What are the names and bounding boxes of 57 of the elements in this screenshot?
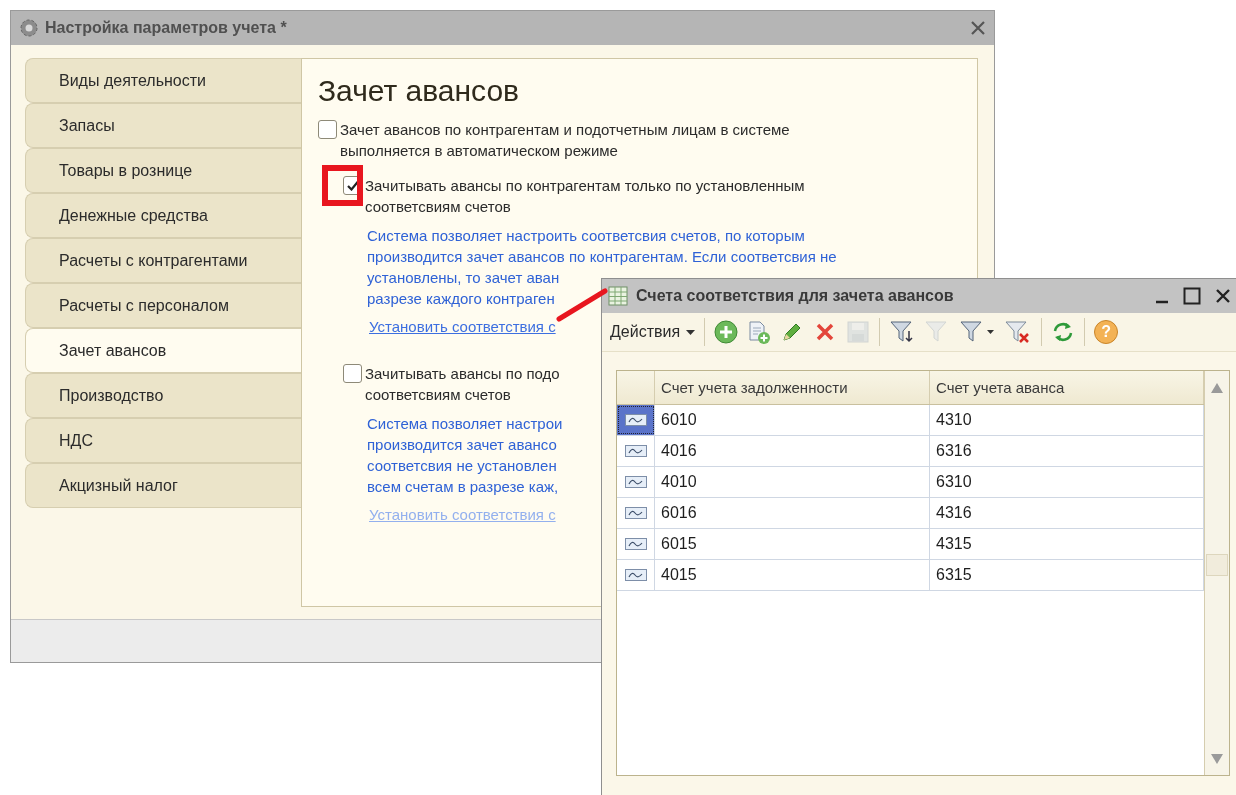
sidebar-tab[interactable]: Запасы xyxy=(25,103,301,148)
close-icon[interactable] xyxy=(1215,288,1231,304)
column-header[interactable]: Счет учета задолженности xyxy=(655,371,930,404)
row-icon xyxy=(624,507,647,519)
gear-icon xyxy=(19,18,39,38)
table-cell: 4015 xyxy=(655,560,930,590)
row-icon xyxy=(624,569,647,581)
sidebar-tab[interactable]: Виды деятельности xyxy=(25,58,301,103)
table-cell: 4010 xyxy=(655,467,930,497)
description-line: Система позволяет настроить соответсвия счетов, по которым xyxy=(367,226,805,246)
down-arrow-icon xyxy=(1211,753,1223,764)
sidebar-tab[interactable]: НДС xyxy=(25,418,301,463)
sidebar-tab[interactable]: Расчеты с персоналом xyxy=(25,283,301,328)
table-cell: 6016 xyxy=(655,498,930,528)
table-cell: 4016 xyxy=(655,436,930,466)
check-icon xyxy=(346,180,359,191)
checkbox-label: Зачитывать авансы по подо соответсвиям счетов xyxy=(365,364,560,405)
row-icon xyxy=(624,476,647,488)
annotation-line xyxy=(556,288,608,322)
sidebar-tab[interactable]: Зачет авансов xyxy=(25,328,301,373)
filter-icon[interactable] xyxy=(889,319,916,345)
delete-icon[interactable] xyxy=(815,322,836,342)
document-plus-icon[interactable] xyxy=(747,320,772,344)
maximize-icon[interactable] xyxy=(1183,287,1201,305)
plus-icon[interactable] xyxy=(714,320,739,344)
up-arrow-icon xyxy=(1211,382,1223,393)
sidebar-tab[interactable]: Товары в рознице xyxy=(25,148,301,193)
caret-icon xyxy=(686,329,696,335)
description-line: разрезе каждого контраген xyxy=(367,289,555,309)
section-title: Зачет авансов xyxy=(318,73,521,109)
table-icon xyxy=(608,286,628,306)
sidebar-tab[interactable]: Акцизный налог xyxy=(25,463,301,508)
scroll-thumb[interactable] xyxy=(1206,554,1228,576)
actions-menu-button[interactable]: Действия xyxy=(610,318,696,346)
window-title: Настройка параметров учета * xyxy=(45,19,288,37)
table-cell: 6015 xyxy=(655,529,930,559)
description-line: производится зачет авансов по контрагентам. Если соответсвия не xyxy=(367,247,837,267)
description-line: всем счетам в разрезе каж, xyxy=(367,477,559,497)
checkbox-label: Зачет авансов по контрагентам и подотчетным лицам в системе выполняется в автоматическом режиме xyxy=(340,120,790,161)
description-line: производится зачет авансо xyxy=(367,435,557,455)
checkbox[interactable] xyxy=(318,120,337,139)
filter-dropdown-icon[interactable] xyxy=(959,319,996,345)
checkbox-label: Зачитывать авансы по контрагентам только по установленным соответсвиям счетов xyxy=(365,176,805,217)
row-icon xyxy=(624,538,647,550)
scrollbar[interactable] xyxy=(1204,371,1229,775)
table-cell: 6010 xyxy=(655,405,930,435)
checkbox[interactable] xyxy=(343,364,362,383)
description-line: соответсвия не установлен xyxy=(367,456,557,476)
window-title: Счета соответствия для зачета авансов xyxy=(636,287,955,305)
description-line: установлены, то зачет аван xyxy=(367,268,560,288)
sidebar-tab[interactable]: Денежные средства xyxy=(25,193,301,238)
sidebar-tab[interactable]: Производство xyxy=(25,373,301,418)
description-line: Система позволяет настрои xyxy=(367,414,563,434)
row-icon xyxy=(624,445,647,457)
row-icon xyxy=(624,414,647,426)
sidebar-tab[interactable]: Расчеты с контрагентами xyxy=(25,238,301,283)
settings-link[interactable]: Установить соответствия с xyxy=(369,317,556,337)
